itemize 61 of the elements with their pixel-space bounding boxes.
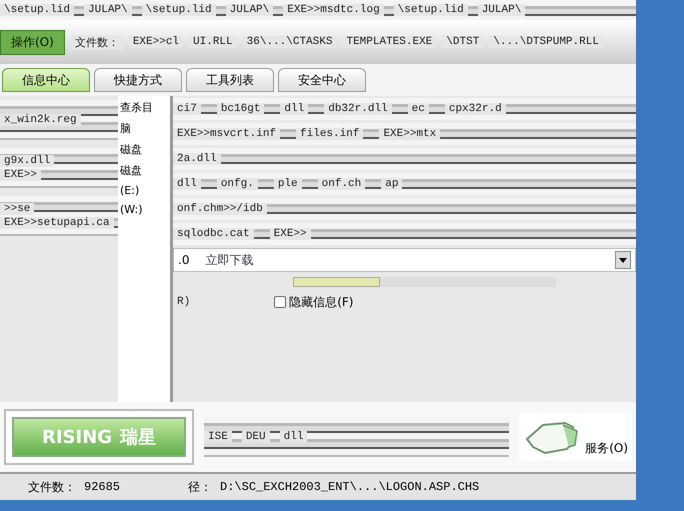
rising-logo: RISING 瑞星 (12, 417, 186, 457)
tab[interactable]: 信息中心 (2, 68, 90, 92)
tree-item[interactable]: (W:) (120, 203, 168, 216)
file-path-fragment: \setup.lid (394, 4, 468, 16)
current-path-text: D:\SC_EXCH2003_ENT\...\LOGON.ASP.CHS (220, 480, 480, 494)
download-link[interactable]: 立即下载 (205, 252, 254, 268)
file-count-label: 文件数： (70, 34, 123, 50)
file-path-fragment: ISE (204, 431, 232, 443)
file-path-fragment: JULAP\ (478, 4, 526, 16)
file-path-fragment: TEMPLATES.EXE (342, 36, 436, 48)
tree-item[interactable]: 查杀目 (120, 100, 168, 115)
file-path-fragment: JULAP\ (226, 4, 274, 16)
file-path-fragment: \DTST (442, 36, 484, 48)
file-path-fragment: files.inf (296, 128, 364, 140)
tree-item[interactable]: (E:) (120, 184, 168, 197)
file-path-fragment: EXE>>mtx (379, 128, 440, 140)
file-count-label: 文件数： (28, 480, 76, 496)
tree-item[interactable]: 磁盘 (120, 142, 168, 157)
file-path-fragment: onfg. (216, 178, 258, 190)
file-path-fragment: x_win2k.reg (0, 114, 81, 126)
file-path-fragment: EXE>> (270, 228, 311, 240)
version-text: .0 (178, 253, 190, 267)
file-path-fragment: g9x.dll (0, 155, 54, 167)
file-path-fragment: bc16gt (216, 103, 264, 115)
file-path-fragment: \...\DTSPUMP.RLL (489, 36, 603, 48)
file-path-fragment: EXE>>msdtc.log (283, 4, 384, 16)
hide-info-checkbox[interactable]: 隐藏信息(F) (274, 294, 354, 310)
file-path-fragment: \setup.lid (0, 4, 74, 16)
file-path-fragment: EXE>>setupapi.ca (0, 217, 114, 229)
tab[interactable]: 安全中心 (278, 68, 366, 92)
tab[interactable]: 工具列表 (186, 68, 274, 92)
file-path-fragment: dll (280, 431, 308, 443)
file-path-fragment: db32r.dll (324, 103, 392, 115)
file-path-fragment: JULAP\ (84, 4, 132, 16)
path-label: 径： (188, 480, 212, 496)
service-button[interactable]: 服务(O) (519, 413, 632, 461)
file-path-fragment: ap (381, 178, 402, 190)
checkbox-icon[interactable] (274, 296, 286, 308)
file-path-fragment: cpx32r.d (444, 103, 506, 115)
file-path-fragment: >>se (0, 203, 34, 215)
file-path-fragment: ple (274, 178, 302, 190)
file-path-fragment: ci7 (173, 103, 201, 115)
file-path-fragment: 2a.dll (173, 153, 221, 165)
file-path-fragment: onf.ch (318, 178, 366, 190)
tree-item[interactable]: 脑 (120, 121, 168, 136)
tree-item[interactable]: 磁盘 (120, 163, 168, 178)
file-path-fragment: \setup.lid (142, 4, 216, 16)
file-path-fragment: dll (173, 178, 201, 190)
file-path-fragment: EXE>>cl (128, 36, 184, 48)
file-count-value: 92685 (84, 480, 120, 494)
file-path-fragment: ec (408, 103, 429, 115)
file-path-fragment: dll (280, 103, 308, 115)
file-path-fragment: UI.RLL (189, 36, 237, 48)
operation-menu-button[interactable]: 操作(O) (0, 30, 65, 54)
file-path-fragment: EXE>> (0, 169, 42, 181)
tab[interactable]: 快捷方式 (94, 68, 182, 92)
file-path-fragment: 36\...\CTASKS (242, 36, 336, 48)
file-path-fragment: sqlodbc.cat (173, 228, 254, 240)
file-path-fragment: onf.chm>>/idb (173, 203, 267, 215)
file-path-fragment: EXE>>msvcrt.inf (173, 128, 280, 140)
file-path-fragment: DEU (242, 431, 270, 443)
